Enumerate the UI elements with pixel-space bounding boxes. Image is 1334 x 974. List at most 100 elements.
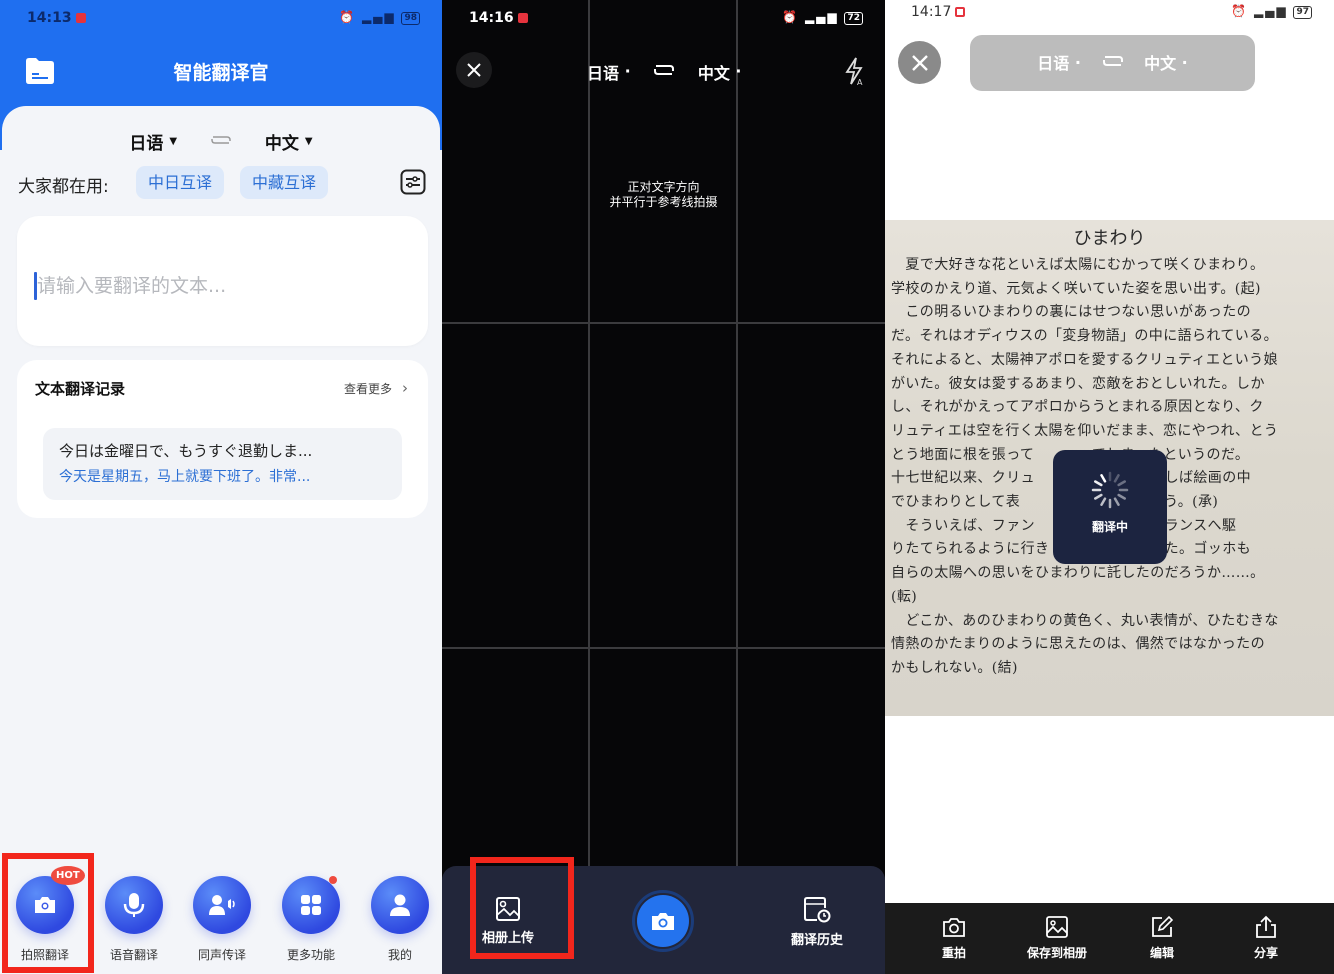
tab-simultaneous-interpretation[interactable]: 同声传译	[182, 870, 262, 963]
language-selector-disabled[interactable]: 日语 · 中文 ·	[970, 35, 1255, 91]
shutter-inner	[637, 895, 689, 947]
edit-button[interactable]: 编辑	[1107, 915, 1217, 961]
alarm-icon: ⏰	[782, 10, 800, 24]
source-language-dropdown[interactable]: 日语 ·	[587, 60, 631, 84]
caret-down-icon: ▼	[169, 136, 178, 147]
edit-label: 编辑	[1149, 946, 1174, 960]
translation-history-label: 翻译历史	[790, 933, 843, 948]
spinner-tick	[1113, 474, 1120, 483]
guide-line-vertical	[588, 0, 590, 870]
target-language-dropdown[interactable]: 中文 ·	[698, 60, 742, 84]
signal-icon: ▂▄▆	[804, 10, 839, 24]
hint-line: 正对文字方向	[627, 180, 700, 194]
view-more-label: 查看更多	[343, 382, 392, 396]
status-time: 14:16	[469, 10, 528, 26]
record-indicator-icon	[955, 7, 966, 17]
signal-icon: ▂▄▆	[1253, 4, 1288, 18]
time-text: 14:13	[27, 10, 72, 26]
history-translation-text: 今天是星期五，马上就要下班了。非常...	[59, 469, 311, 485]
battery-icon: 98	[401, 12, 420, 25]
source-language-dropdown[interactable]: 日语 ·	[1037, 35, 1081, 92]
result-toolbar: 重拍 保存到相册 编辑 分享	[885, 903, 1334, 974]
signal-icon: ▂▄▆	[361, 10, 396, 24]
spinner-tick	[1117, 480, 1126, 487]
source-language-label: 日语	[1037, 53, 1070, 73]
translating-overlay: 翻译中	[1053, 450, 1167, 564]
shutter-button[interactable]	[632, 890, 694, 952]
record-indicator-icon	[517, 13, 528, 23]
common-pairs-label: 大家都在用:	[18, 177, 109, 197]
status-time: 14:13	[27, 10, 86, 26]
battery-icon: 72	[844, 12, 863, 25]
language-selector: 日语 · 中文 ·	[587, 60, 742, 84]
save-to-album-button[interactable]: 保存到相册	[1002, 915, 1112, 961]
document-line: だ。それはオディウスの「変身物語」の中に語られている。	[891, 328, 1278, 345]
translate-text-input[interactable]	[37, 268, 407, 304]
document-line: かもしれない。(結)	[891, 659, 1018, 676]
tab-label: 同声传译	[197, 948, 246, 962]
highlight-box-photo-translate	[2, 853, 94, 973]
target-language-label: 中文	[1144, 53, 1177, 73]
chip-zh-ja[interactable]: 中日互译	[136, 166, 225, 199]
grid-icon	[301, 895, 321, 915]
status-bar: 14:16 ⏰ ▂▄▆ 72	[442, 10, 885, 30]
chevron-right-icon: ›	[402, 379, 408, 397]
tab-icon-circle	[105, 876, 163, 934]
status-time: 14:17	[911, 4, 966, 20]
alarm-icon: ⏰	[339, 10, 357, 24]
view-more-link[interactable]: 查看更多 ›	[344, 379, 408, 397]
document-line: それによると、太陽神アポロを愛するクリュティエという娘	[891, 351, 1278, 368]
time-text: 14:17	[911, 4, 952, 20]
target-language-dropdown[interactable]: 中文 ·	[1144, 35, 1188, 92]
flash-auto-icon[interactable]: A	[843, 56, 865, 86]
share-button[interactable]: 分享	[1211, 915, 1321, 961]
document-line: 自らの太陽への思いをひまわりに託したのだろうか……。	[891, 565, 1265, 582]
speaker-person-icon	[209, 895, 235, 915]
guide-line-vertical	[736, 0, 738, 870]
tab-profile[interactable]: 我的	[360, 870, 440, 963]
save-to-album-label: 保存到相册	[1026, 946, 1087, 960]
notification-dot	[329, 876, 337, 884]
caret-down-icon: ▼	[304, 136, 313, 147]
settings-sliders-icon[interactable]	[400, 169, 426, 195]
translate-input-card	[17, 216, 428, 346]
tab-icon-circle	[371, 876, 429, 934]
spinner-tick	[1094, 493, 1103, 500]
save-image-icon	[1046, 916, 1068, 938]
retake-camera-icon	[943, 918, 965, 937]
tab-label: 我的	[387, 948, 412, 962]
spinner-tick	[1100, 474, 1107, 483]
history-source-text: 今日は金曜日で、もうすぐ退勤しま...	[59, 442, 313, 460]
camera-capture-screen: 14:16 ⏰ ▂▄▆ 72 日语 · 中文 · A 正对文字方向 并平行于参考…	[442, 0, 885, 974]
target-language-dropdown[interactable]: 中文 ▼	[265, 129, 313, 154]
swap-icon[interactable]	[652, 63, 676, 77]
microphone-icon	[123, 893, 145, 917]
translator-home-screen: 14:13 ⏰ ▂▄▆ 98 智能翻译官 日语 ▼ 中文 ▼ 大家都在用: 中日互译…	[0, 0, 442, 974]
retake-label: 重拍	[941, 946, 966, 960]
document-line: 学校のかえり道、元気よく咲いていた姿を思い出す。(起)	[891, 280, 1261, 297]
history-item[interactable]: 今日は金曜日で、もうすぐ退勤しま... 今天是星期五，马上就要下班了。非常...	[43, 428, 402, 500]
time-text: 14:16	[469, 10, 514, 26]
close-button[interactable]	[456, 52, 492, 88]
close-button[interactable]	[898, 41, 941, 84]
swap-icon[interactable]	[1101, 54, 1125, 68]
tab-more-features[interactable]: 更多功能	[271, 870, 351, 963]
source-language-dropdown[interactable]: 日语 ▼	[129, 129, 177, 154]
status-icons: ⏰ ▂▄▆ 72	[782, 10, 863, 25]
svg-text:A: A	[857, 78, 863, 86]
highlight-box-album-upload	[470, 857, 574, 959]
close-icon	[911, 54, 928, 71]
chip-zh-bo[interactable]: 中藏互译	[240, 166, 329, 199]
tab-voice-translate[interactable]: 语音翻译	[94, 870, 174, 963]
retake-button[interactable]: 重拍	[899, 915, 1009, 961]
spinner-tick	[1094, 480, 1103, 487]
translation-history-button[interactable]: 翻译历史	[791, 896, 843, 948]
document-line: この明るいひまわりの裏にはせつない思いがあったの	[891, 304, 1251, 321]
hint-line: 并平行于参考线拍摄	[609, 195, 718, 209]
document-line: がいた。彼女は愛するあまり、恋敵をおとしいれた。しか	[891, 375, 1265, 392]
swap-icon[interactable]	[209, 133, 233, 147]
guide-line-horizontal	[442, 322, 885, 324]
document-line: し、それがかえってアポロからうとまれる原因となり、ク	[891, 399, 1264, 416]
tab-icon-circle	[193, 876, 251, 934]
camera-shutter-icon	[652, 913, 674, 930]
